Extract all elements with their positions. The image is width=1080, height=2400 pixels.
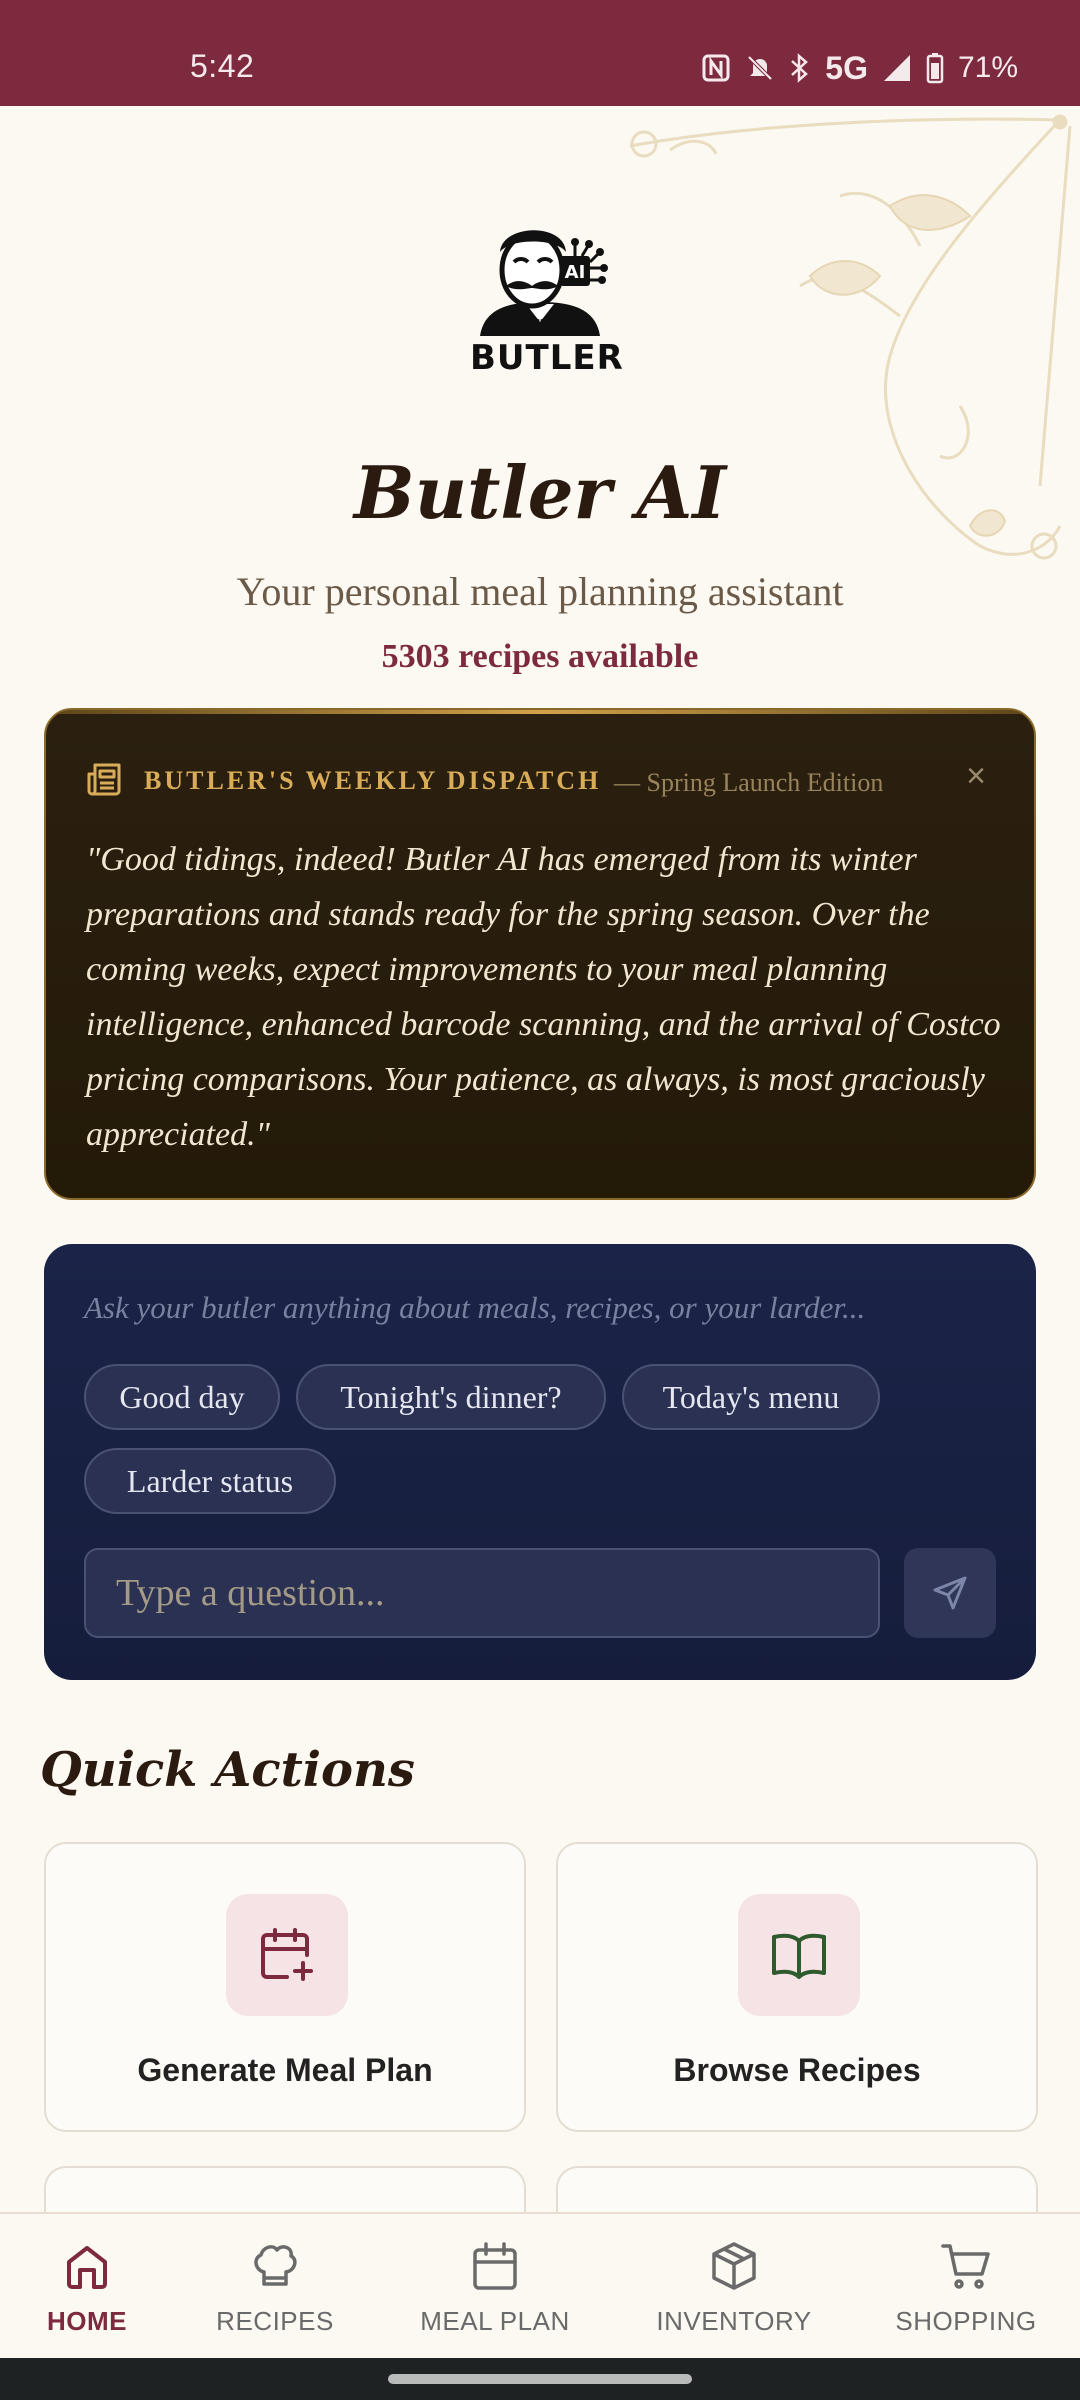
nav-inventory[interactable]: INVENTORY [634,2214,834,2360]
nav-label: INVENTORY [656,2306,812,2336]
send-button[interactable] [904,1548,996,1638]
butler-logo: AI BUTLER [470,218,624,378]
signal-icon [883,55,910,81]
ask-butler-card: Ask your butler anything about meals, re… [44,1244,1036,1680]
nav-label: HOME [47,2306,127,2336]
network-type: 5G [825,49,868,86]
battery-icon [926,53,944,84]
calendar-icon [473,2242,517,2290]
app-title: Butler AI [353,450,727,535]
dispatch-message: "Good tidings, indeed! Butler AI has eme… [86,841,1001,1153]
chip-larder-status[interactable]: Larder status [84,1448,336,1514]
status-bar: 5:42 5G 71% [0,0,1080,106]
open-book-icon [772,1933,826,1979]
send-icon [933,1576,967,1610]
chef-hat-icon [254,2245,297,2286]
battery-percent: 71% [957,51,1018,84]
chip-good-day[interactable]: Good day [84,1364,280,1430]
nav-recipes[interactable]: RECIPES [175,2214,375,2360]
nav-label: SHOPPING [895,2306,1037,2336]
qa-label: Generate Meal Plan [137,2052,433,2088]
home-gesture-handle[interactable] [388,2374,692,2384]
nav-home[interactable]: HOME [0,2214,187,2360]
chip-todays-menu[interactable]: Today's menu [622,1364,880,1430]
quick-actions-title: Quick Actions [40,1742,415,1798]
dispatch-heading: BUTLER'S WEEKLY DISPATCH [144,766,602,795]
bluetooth-icon [791,53,809,83]
icon-tile [738,1894,860,2016]
nav-shopping[interactable]: SHOPPING [866,2214,1066,2360]
recipe-count: 5303 recipes available [381,638,699,675]
cart-icon [941,2244,990,2289]
dispatch-close-button[interactable]: × [954,754,998,798]
chat-prompt: Ask your butler anything about meals, re… [84,1290,866,1325]
app-subtitle: Your personal meal planning assistant [236,569,844,614]
nav-label: MEAL PLAN [420,2306,570,2336]
status-time: 5:42 [190,48,255,84]
question-input[interactable]: Type a question... [84,1548,880,1638]
bottom-nav: HOME RECIPES MEAL PLAN INVENTORY SHOPPIN… [0,2212,1080,2358]
weekly-dispatch-card: BUTLER'S WEEKLY DISPATCH — Spring Launch… [44,708,1036,1200]
nfc-icon [702,54,730,82]
mute-icon [747,55,773,81]
butler-face-icon: AI [480,230,608,336]
browse-recipes-card[interactable]: Browse Recipes [556,1842,1038,2132]
logo-wordmark: BUTLER [470,338,624,378]
logo-badge: AI [565,262,586,283]
home-icon [67,2246,107,2289]
generate-meal-plan-card[interactable]: Generate Meal Plan [44,1842,526,2132]
chip-tonights-dinner[interactable]: Tonight's dinner? [296,1364,606,1430]
calendar-plus-icon [261,1928,313,1981]
nav-meal-plan[interactable]: MEAL PLAN [395,2214,595,2360]
nav-label: RECIPES [216,2306,334,2336]
qa-label: Browse Recipes [673,2052,921,2088]
gesture-bar [0,2358,1080,2400]
status-icons: 5G 71% [701,48,1018,88]
box-icon [712,2242,756,2290]
icon-tile [226,1894,348,2016]
dispatch-edition: — Spring Launch Edition [614,768,884,797]
newspaper-icon [87,763,121,796]
